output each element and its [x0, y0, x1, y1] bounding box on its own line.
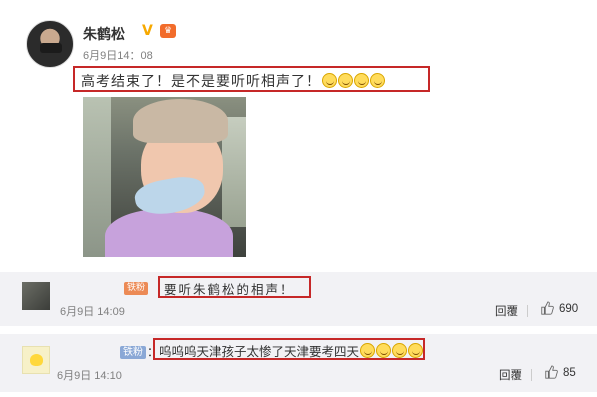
author-avatar[interactable] — [26, 20, 74, 68]
crying-emoji-icon — [392, 343, 408, 358]
crying-emoji-icon — [408, 343, 424, 358]
photo-cap — [133, 99, 228, 143]
weibo-post: 朱鹤松 V ♛ 6月9日14：08 高考结束了！是不是要听听相声了！ — [0, 0, 597, 268]
crying-emoji-icon — [360, 343, 376, 358]
photo-shirt — [105, 209, 233, 257]
grin-emoji-icon — [338, 73, 353, 88]
post-text-highlight: 高考结束了！是不是要听听相声了！ — [73, 66, 430, 92]
post-text: 高考结束了！是不是要听听相声了！ — [81, 74, 321, 90]
reply-button[interactable]: 回覆 — [499, 367, 522, 383]
grin-emoji-icon — [354, 73, 369, 88]
grin-emoji-icon — [322, 73, 337, 88]
like-count: 690 — [559, 303, 579, 315]
vip-badge-icon: ♛ — [160, 24, 176, 38]
action-divider — [531, 369, 532, 381]
post-timestamp[interactable]: 6月9日14：08 — [83, 47, 153, 63]
like-count: 85 — [563, 367, 576, 379]
comment-text-highlight: 呜呜呜天津孩子太惨了天津要考四天 — [153, 338, 425, 360]
comment-item: 铁粉 要听朱鹤松的相声！ 6月9日 14:09 回覆 690 — [0, 272, 597, 326]
thumbs-up-icon[interactable] — [544, 365, 558, 379]
crying-emoji-icon — [376, 343, 392, 358]
verified-v-icon: V — [142, 23, 153, 39]
post-photo[interactable] — [83, 97, 246, 257]
thumbs-up-icon[interactable] — [540, 301, 554, 315]
comment-text-highlight: 要听朱鹤松的相声！ — [158, 276, 311, 298]
commenter-avatar[interactable] — [22, 282, 50, 310]
comment-time: 6月9日 14:09 — [60, 306, 125, 318]
fan-badge: 铁粉 — [124, 282, 149, 295]
fan-badge: 铁粉 — [120, 346, 146, 359]
comment-text: 呜呜呜天津孩子太惨了天津要考四天 — [159, 344, 360, 359]
author-name[interactable]: 朱鹤松 — [83, 24, 125, 44]
commenter-avatar[interactable] — [22, 346, 50, 374]
comment-text: 要听朱鹤松的相声！ — [164, 282, 295, 297]
grin-emoji-icon — [370, 73, 385, 88]
reply-button[interactable]: 回覆 — [495, 303, 518, 319]
comment-item: 铁粉 ： 呜呜呜天津孩子太惨了天津要考四天 6月9日 14:10 回覆 85 — [0, 334, 597, 392]
comment-time: 6月9日 14:10 — [57, 370, 122, 382]
action-divider — [527, 305, 528, 317]
comment-separator — [0, 326, 597, 334]
